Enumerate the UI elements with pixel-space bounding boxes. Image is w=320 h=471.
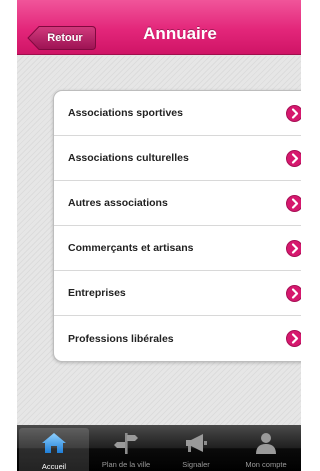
home-icon (42, 433, 66, 453)
back-button-label: Retour (47, 32, 83, 44)
disclosure-chevron-icon[interactable] (286, 150, 301, 167)
tab-label: Signaler (182, 460, 210, 469)
directory-item-label: Autres associations (68, 197, 168, 209)
tab-bar: Accueil Plan de la ville Signaler Mon co… (17, 425, 301, 471)
disclosure-chevron-icon[interactable] (286, 105, 301, 122)
tab-plan-de-la-ville[interactable]: Plan de la ville (91, 425, 161, 471)
directory-item-label: Entreprises (68, 287, 126, 299)
directory-item-label: Commerçants et artisans (68, 242, 194, 254)
tab-label: Plan de la ville (101, 460, 151, 469)
content-area: Associations sportives Associations cult… (17, 56, 301, 425)
page-title: Annuaire (143, 24, 217, 43)
directory-item-autres-associations[interactable]: Autres associations (54, 181, 301, 226)
disclosure-chevron-icon[interactable] (286, 330, 301, 347)
tab-accueil[interactable]: Accueil (19, 428, 89, 471)
directory-item-label: Professions libérales (68, 332, 174, 345)
directory-list: Associations sportives Associations cult… (53, 90, 301, 362)
directory-item-commercants-artisans[interactable]: Commerçants et artisans (54, 226, 301, 271)
tab-signaler[interactable]: Signaler (161, 425, 231, 471)
disclosure-chevron-icon[interactable] (286, 285, 301, 302)
directory-item-label: Associations sportives (68, 107, 183, 119)
directory-item-label: Associations culturelles (68, 152, 189, 164)
tab-label: Accueil (41, 462, 67, 471)
directory-item-entreprises[interactable]: Entreprises (54, 271, 301, 316)
app-screen: Retour Annuaire Associations sportives A… (17, 0, 301, 471)
directory-item-professions-liberales[interactable]: Professions libérales (54, 316, 301, 361)
user-icon (256, 433, 276, 454)
megaphone-icon (186, 434, 207, 452)
tab-mon-compte[interactable]: Mon compte (231, 425, 301, 471)
tab-label: Mon compte (245, 460, 287, 469)
directory-item-associations-sportives[interactable]: Associations sportives (54, 91, 301, 136)
back-button[interactable]: Retour (27, 25, 97, 51)
disclosure-chevron-icon[interactable] (286, 195, 301, 212)
signpost-icon (114, 433, 138, 454)
directory-item-associations-culturelles[interactable]: Associations culturelles (54, 136, 301, 181)
disclosure-chevron-icon[interactable] (286, 240, 301, 257)
navigation-bar: Retour Annuaire (17, 0, 301, 55)
